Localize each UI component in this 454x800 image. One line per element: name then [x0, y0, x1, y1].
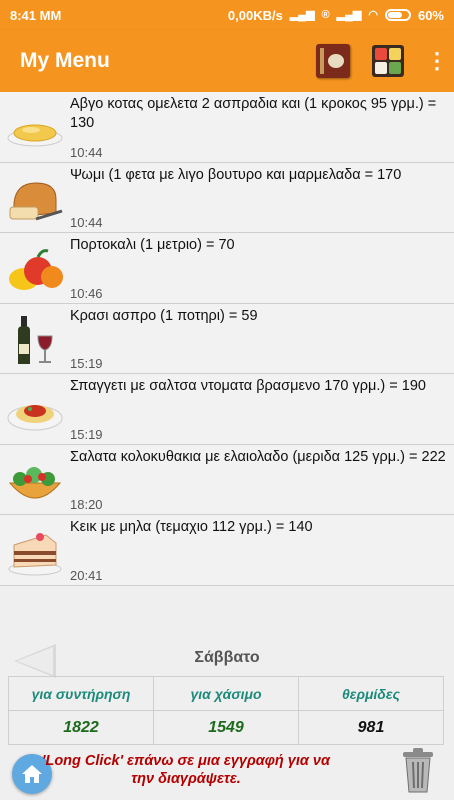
entry-time: 10:44 — [70, 144, 103, 160]
signal-icon-2: ▂▄▆ — [336, 8, 362, 21]
entry-time: 18:20 — [70, 497, 103, 512]
maintenance-header: για συντήρηση — [8, 676, 154, 711]
food-entry[interactable]: Κρασι ασπρο (1 ποτηρι) = 59 15:19 — [0, 303, 454, 374]
calorie-totals-table: για συντήρηση για χάσιμο θερμίδες 1822 1… — [8, 676, 444, 745]
food-description: Κρασι ασπρο (1 ποτηρι) = 59 — [70, 307, 258, 324]
wine-icon — [18, 315, 53, 364]
food-entry[interactable]: Σαλατα κολοκυθακια με ελαιολαδο (μεριδα … — [0, 444, 454, 515]
food-description: Σαλατα κολοκυθακια με ελαιολαδο (μεριδα … — [70, 448, 446, 465]
entry-time: 15:19 — [70, 356, 103, 371]
calories-header: θερμίδες — [298, 676, 444, 711]
weight-loss-header: για χάσιμο — [153, 676, 299, 711]
more-vert-icon[interactable]: ⋮ — [426, 50, 448, 72]
food-description: Αβγο κοτας ομελετα 2 ασπραδια και (1 κρο… — [70, 96, 437, 131]
registered-icon: ® — [321, 8, 330, 21]
app-bar: My Menu ⋮ — [0, 30, 454, 92]
salad-icon — [8, 466, 62, 498]
entry-time: 10:46 — [70, 285, 103, 301]
food-entry[interactable]: Κεικ με μηλα (τεμαχιο 112 γρμ.) = 140 20… — [0, 515, 454, 586]
bread-icon — [9, 181, 63, 220]
maintenance-value: 1822 — [8, 710, 154, 745]
food-description: Πορτοκαλι (1 μετριο) = 70 — [70, 237, 235, 253]
battery-icon — [384, 9, 411, 21]
recipe-book-icon[interactable] — [316, 44, 350, 78]
app-title: My Menu — [20, 49, 110, 72]
calories-value: 981 — [298, 710, 444, 745]
food-entry[interactable]: Σπαγγετι με σαλτσα ντοματα βρασμενο 170 … — [0, 374, 454, 445]
day-label: Σάββατο — [194, 649, 260, 666]
battery-percent: 60% — [417, 7, 444, 23]
cake-icon — [8, 533, 62, 576]
food-entry[interactable]: Αβγο κοτας ομελετα 2 ασπραδια και (1 κρο… — [0, 92, 454, 163]
food-description: Σπαγγετι με σαλτσα ντοματα βρασμενο 170 … — [70, 378, 426, 394]
weight-loss-value: 1549 — [153, 710, 299, 745]
wifi-icon: ◠ — [368, 8, 378, 21]
status-bar: 8:41 MM 0,00KB/s ▂▄▆ ® ▂▄▆ ◠ 60% — [0, 0, 454, 30]
status-time: 8:41 MM — [10, 7, 62, 23]
entry-time: 10:44 — [70, 215, 103, 230]
entry-time: 15:19 — [70, 426, 103, 442]
bento-box-icon[interactable] — [372, 45, 404, 77]
spaghetti-icon — [7, 405, 63, 431]
delete-hint: 'Long Click' επάνω σε μια εγγραφή για να… — [42, 753, 330, 787]
food-description: Κεικ με μηλα (τεμαχιο 112 γρμ.) = 140 — [70, 519, 313, 535]
food-description: Ψωμι (1 φετα με λιγο βουτυρο και μαρμελα… — [70, 166, 402, 183]
fruit-icon — [9, 249, 63, 290]
trash-icon[interactable] — [400, 746, 436, 794]
network-speed: 0,00KB/s — [227, 7, 283, 23]
omelette-icon — [7, 124, 63, 147]
food-entry[interactable]: Πορτοκαλι (1 μετριο) = 70 10:46 — [0, 233, 454, 304]
entry-time: 20:41 — [70, 567, 103, 583]
food-entry[interactable]: Ψωμι (1 φετα με λιγο βουτυρο και μαρμελα… — [0, 162, 454, 233]
food-entry-list: Αβγο κοτας ομελετα 2 ασπραδια και (1 κρο… — [0, 92, 454, 586]
signal-icon: ▂▄▆ — [289, 8, 315, 21]
